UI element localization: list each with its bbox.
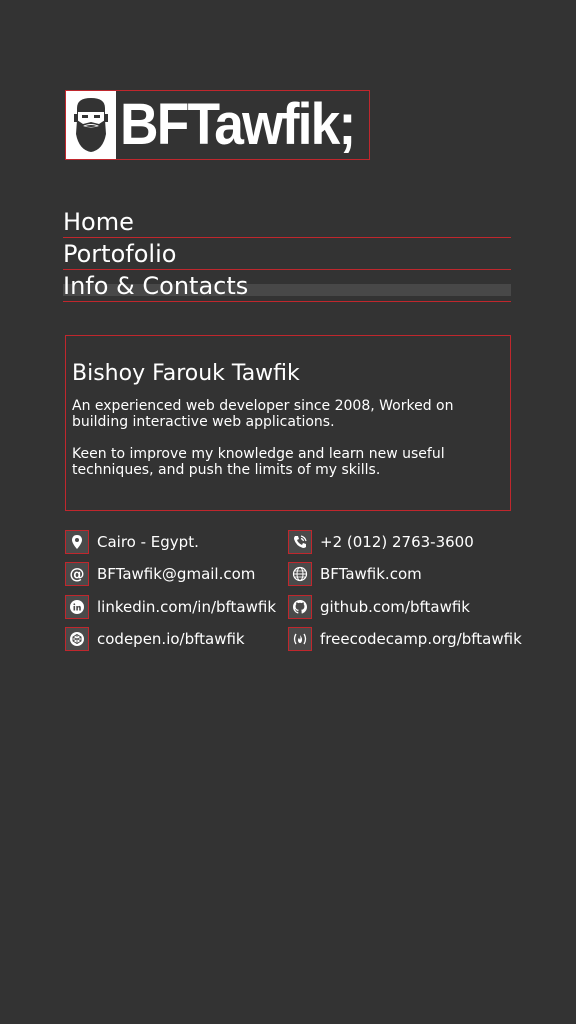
at-sign-icon: @ [65,562,89,586]
nav-item-portofolio[interactable]: Portofolio [63,239,511,270]
contact-text: linkedin.com/in/bftawfik [97,598,277,616]
brand-logo[interactable]: BFTawfik; [65,90,370,160]
contact-location: Cairo - Egypt. [65,529,199,555]
profile-paragraph: An experienced web developer since 2008,… [72,398,454,430]
github-icon [288,595,312,619]
contact-text: freecodecamp.org/bftawfik [320,630,522,648]
nav-item-home[interactable]: Home [63,207,511,238]
contact-text: github.com/bftawfik [320,598,470,616]
bearded-face-icon [66,91,116,159]
linkedin-icon [65,595,89,619]
phone-icon [288,530,312,554]
profile-card: Bishoy Farouk Tawfik An experienced web … [65,335,511,511]
globe-icon [288,562,312,586]
contact-freecodecamp[interactable]: freecodecamp.org/bftawfik [288,626,522,652]
contact-text: BFTawfik@gmail.com [97,565,256,583]
nav-item-info-contacts[interactable]: Info & Contacts [63,271,511,302]
location-pin-icon [65,530,89,554]
contact-linkedin[interactable]: linkedin.com/in/bftawfik [65,594,276,620]
profile-paragraph: Keen to improve my knowledge and learn n… [72,446,445,478]
contact-phone[interactable]: +2 (012) 2763-3600 [288,529,474,555]
contact-text: +2 (012) 2763-3600 [320,533,474,551]
contact-text: codepen.io/bftawfik [97,630,245,648]
contact-text: BFTawfik.com [320,565,422,583]
contact-text: Cairo - Egypt. [97,533,199,551]
freecodecamp-icon [288,627,312,651]
profile-name: Bishoy Farouk Tawfik [72,361,300,386]
main-nav: Home Portofolio Info & Contacts [63,207,511,303]
contact-github[interactable]: github.com/bftawfik [288,594,470,620]
contact-email[interactable]: @ BFTawfik@gmail.com [65,561,255,587]
contact-website[interactable]: BFTawfik.com [288,561,422,587]
contact-codepen[interactable]: codepen.io/bftawfik [65,626,245,652]
codepen-icon [65,627,89,651]
brand-name: BFTawfik; [120,92,356,157]
nav-item-label: Info & Contacts [63,272,249,300]
nav-item-label: Home [63,208,134,236]
nav-item-label: Portofolio [63,240,177,268]
